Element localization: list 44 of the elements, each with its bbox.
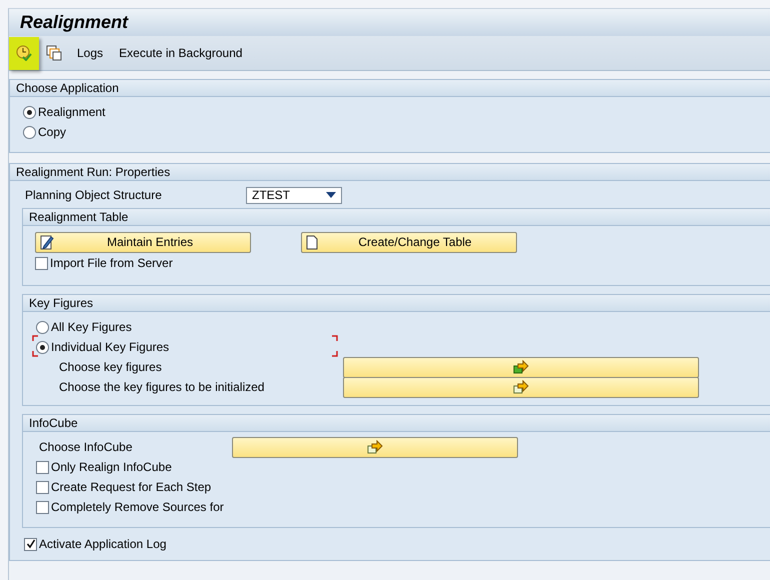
checkbox-label: Only Realign InfoCube: [51, 460, 172, 474]
checkbox-label: Activate Application Log: [39, 537, 166, 551]
radio-label: All Key Figures: [51, 320, 132, 334]
checkbox[interactable]: [24, 538, 37, 550]
structure-dropdown[interactable]: ZTEST: [246, 186, 342, 204]
document-icon: [306, 234, 318, 250]
select-button[interactable]: [343, 376, 699, 398]
group-title: Key Figures: [23, 295, 770, 312]
arrow-icon: [513, 360, 529, 374]
checkbox-label: Create Request for Each Step: [51, 480, 212, 494]
field-label: Choose the key figures to be initialized: [59, 380, 266, 394]
radio-button[interactable]: [36, 320, 49, 334]
windows-icon: [46, 45, 62, 61]
arrow-icon: [513, 380, 529, 394]
radio-button[interactable]: [36, 340, 49, 354]
window-title: Realignment: [20, 12, 128, 33]
select-button[interactable]: [232, 436, 518, 458]
section-title: Choose Application: [10, 80, 770, 97]
radio-label: Individual Key Figures: [51, 340, 170, 354]
checkbox[interactable]: [36, 480, 49, 494]
checkbox[interactable]: [35, 256, 48, 270]
toolbar-button[interactable]: Execute in Background: [111, 42, 250, 64]
checkbox[interactable]: [36, 460, 49, 474]
checkbox-label: Completely Remove Sources for: [51, 500, 224, 514]
field-label: Choose key figures: [59, 360, 163, 374]
radio-label: Copy: [38, 125, 66, 139]
field-label: Choose InfoCube: [39, 440, 134, 454]
dropdown-arrow-icon: [326, 192, 336, 198]
group-title: Realignment Table: [23, 209, 770, 226]
field-label: Planning Object Structure: [25, 188, 163, 202]
section-title: Realignment Run: Properties: [10, 164, 770, 181]
arrow-icon: [367, 440, 383, 454]
select-button[interactable]: [343, 356, 699, 378]
push-button[interactable]: Maintain Entries: [35, 232, 251, 252]
radio-label: Realignment: [38, 105, 106, 119]
radio-button[interactable]: [23, 106, 36, 118]
group-title: InfoCube: [23, 415, 770, 432]
radio-button[interactable]: [23, 126, 36, 138]
clock-check-icon: [16, 45, 32, 61]
checkbox[interactable]: [36, 500, 49, 514]
pencil-icon: [40, 234, 54, 250]
push-button[interactable]: Create/Change Table: [301, 232, 517, 252]
checkbox-label: Import File from Server: [50, 256, 173, 270]
toolbar-button[interactable]: Logs: [69, 42, 112, 64]
